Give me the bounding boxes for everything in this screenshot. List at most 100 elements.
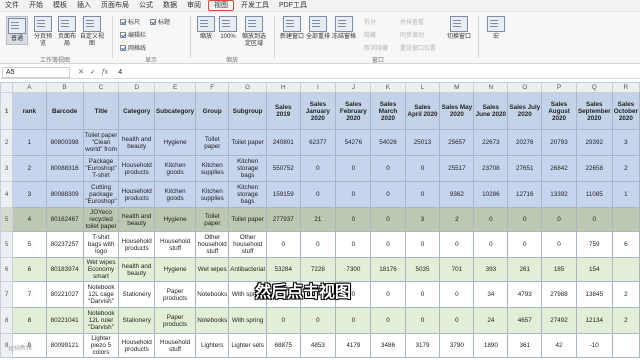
row-number[interactable]: 5 xyxy=(0,231,14,258)
table-cell[interactable]: 4 xyxy=(12,207,47,232)
fx-icon[interactable]: fx xyxy=(102,68,109,76)
table-cell[interactable]: 4179 xyxy=(335,333,372,358)
page-break-preview-button[interactable]: 分页预览 xyxy=(32,16,54,48)
column-letter[interactable]: B xyxy=(45,82,84,93)
table-cell[interactable]: 0 xyxy=(370,231,406,258)
table-cell[interactable]: health and beauty xyxy=(118,207,156,232)
table-cell[interactable]: Lighter piezo 5 colors xyxy=(82,333,120,358)
new-window-button[interactable]: 新建窗口 xyxy=(280,16,304,41)
header-cell[interactable]: Sales May 2020 xyxy=(439,92,475,130)
table-cell[interactable]: Kitchen storage bags xyxy=(228,155,267,182)
header-cell[interactable]: Sales January 2020 xyxy=(299,92,337,130)
zoom-100-button[interactable]: 100% xyxy=(218,16,238,41)
table-cell[interactable]: 0 xyxy=(404,307,441,334)
row-number[interactable]: 6 xyxy=(0,257,14,282)
column-letter[interactable]: H xyxy=(265,82,301,93)
table-cell[interactable]: 759 xyxy=(575,231,613,258)
table-cell[interactable]: 13845 xyxy=(575,281,613,308)
column-letter[interactable]: A xyxy=(12,82,47,93)
table-cell[interactable]: Kitchen goods xyxy=(154,181,197,208)
table-cell[interactable]: health and beauty xyxy=(118,129,156,156)
table-cell[interactable]: 361 xyxy=(507,333,543,358)
table-cell[interactable]: 80800398 xyxy=(45,129,84,156)
table-cell[interactable]: Household stuff xyxy=(154,333,197,358)
table-cell[interactable]: 0 xyxy=(507,231,543,258)
table-cell[interactable]: 22658 xyxy=(575,155,613,182)
header-cell[interactable]: Category xyxy=(118,92,156,130)
header-cell[interactable]: Sales February 2020 xyxy=(335,92,372,130)
column-letter[interactable]: J xyxy=(335,82,372,93)
table-cell[interactable]: Notebooks xyxy=(195,281,230,308)
column-letter[interactable]: G xyxy=(228,82,267,93)
table-cell[interactable]: 4853 xyxy=(299,333,337,358)
table-cell[interactable]: 701 xyxy=(439,257,475,282)
table-cell[interactable]: 12134 xyxy=(575,307,613,334)
table-cell[interactable]: Toilet paper xyxy=(195,207,230,232)
custom-view-button[interactable]: 自定义视图 xyxy=(80,16,104,48)
table-cell[interactable]: 1890 xyxy=(473,333,509,358)
table-cell[interactable]: 2 xyxy=(439,207,475,232)
table-cell[interactable]: Other household stuff xyxy=(195,231,230,258)
table-cell[interactable]: 0 xyxy=(575,207,613,232)
column-letter[interactable]: F xyxy=(195,82,230,93)
table-cell[interactable]: 0 xyxy=(335,307,372,334)
table-cell[interactable]: 7 xyxy=(12,281,47,308)
table-cell[interactable]: Notebook 12L ruler "Darvish" xyxy=(82,307,120,334)
zoom-button[interactable]: 缩放 xyxy=(196,16,216,41)
headings-checkbox[interactable]: 标题 xyxy=(150,17,170,26)
table-cell[interactable]: 8 xyxy=(12,307,47,334)
column-letter[interactable]: M xyxy=(439,82,475,93)
reset-window-button[interactable]: 重设窗口位置 xyxy=(400,43,436,52)
table-cell[interactable]: 185 xyxy=(541,257,577,282)
table-cell[interactable]: 3 xyxy=(12,181,47,208)
header-cell[interactable]: Sales August 2020 xyxy=(541,92,577,130)
table-cell[interactable]: 5 xyxy=(12,231,47,258)
menu-item[interactable]: 数据 xyxy=(158,0,182,12)
table-cell[interactable]: Notebook 12L cage "Darvish" xyxy=(82,281,120,308)
switch-window-button[interactable]: 切换窗口 xyxy=(446,16,472,41)
table-cell[interactable]: Household products xyxy=(118,333,156,358)
column-letter[interactable]: L xyxy=(404,82,441,93)
table-cell[interactable]: 26842 xyxy=(541,155,577,182)
zoom-selection-button[interactable]: 缩放到选定区域 xyxy=(240,16,268,48)
table-cell[interactable]: 0 xyxy=(299,231,337,258)
column-letter[interactable]: R xyxy=(611,82,640,93)
table-cell[interactable]: 0 xyxy=(370,155,406,182)
table-cell[interactable]: 3790 xyxy=(439,333,475,358)
column-letter[interactable]: N xyxy=(473,82,509,93)
column-letter[interactable]: D xyxy=(118,82,156,93)
table-cell[interactable]: Hygiene xyxy=(154,207,197,232)
table-cell[interactable]: Stationery xyxy=(118,307,156,334)
column-letter[interactable]: O xyxy=(507,82,543,93)
table-cell[interactable]: 0 xyxy=(299,181,337,208)
header-cell[interactable]: Sales April 2020 xyxy=(404,92,441,130)
table-cell[interactable]: 0 xyxy=(299,155,337,182)
table-cell[interactable]: 25013 xyxy=(404,129,441,156)
table-cell[interactable] xyxy=(611,207,640,232)
table-cell[interactable]: 0 xyxy=(335,181,372,208)
table-cell[interactable]: 2 xyxy=(611,307,640,334)
header-cell[interactable]: Subgroup xyxy=(228,92,267,130)
table-cell[interactable]: With spring xyxy=(228,307,267,334)
table-cell[interactable]: 27651 xyxy=(507,155,543,182)
table-cell[interactable]: 0 xyxy=(473,231,509,258)
table-cell[interactable]: 34 xyxy=(473,281,509,308)
header-cell[interactable]: rank xyxy=(12,92,47,130)
table-cell[interactable]: 154 xyxy=(575,257,613,282)
menu-item[interactable]: 公式 xyxy=(134,0,158,12)
table-cell[interactable]: 42 xyxy=(541,333,577,358)
table-cell[interactable]: Household products xyxy=(118,155,156,182)
table-cell[interactable]: T-shirt bags with logo xyxy=(82,231,120,258)
table-cell[interactable]: 62377 xyxy=(299,129,337,156)
table-cell[interactable]: Other household stuff xyxy=(228,231,267,258)
column-letter[interactable]: P xyxy=(541,82,577,93)
menu-item[interactable]: 文件 xyxy=(0,0,24,12)
row-number[interactable]: 7 xyxy=(0,281,14,308)
menu-item[interactable]: 开始 xyxy=(24,0,48,12)
table-cell[interactable]: Kitchen storage bags xyxy=(228,181,267,208)
table-cell[interactable]: 24 xyxy=(473,307,509,334)
unhide-button[interactable]: 取消隐藏 xyxy=(364,43,388,52)
macros-button[interactable]: 宏 xyxy=(486,16,506,41)
table-cell[interactable]: 550752 xyxy=(265,155,301,182)
header-cell[interactable]: Group xyxy=(195,92,230,130)
